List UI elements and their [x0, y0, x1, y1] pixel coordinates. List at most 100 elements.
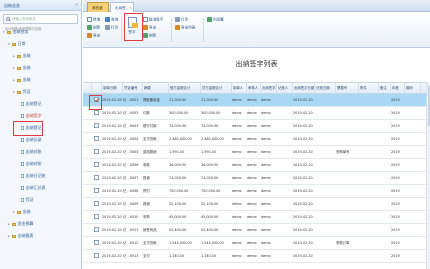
table-row[interactable]: 2019-02-20 记 - 0004 支付货款 2,480,000.00 2,480,… — [83, 133, 430, 146]
column-header[interactable]: 凭证编号 — [123, 83, 143, 93]
sidebar-item[interactable]: 出纳汇总表 — [17, 183, 46, 193]
sidebar-item[interactable]: ▸ 出纳报表 — [8, 231, 34, 241]
sidebar-item[interactable]: 出纳对账 — [17, 147, 42, 157]
sidebar-item-label: 出纳登记 — [25, 101, 42, 106]
table-cell-voucher: 记 - 0005 — [123, 150, 139, 154]
sidebar-item-label: 出纳 — [22, 53, 31, 58]
folder-icon — [17, 78, 21, 82]
table-row[interactable]: 2019-02-20 记 - 0007 报销 74,000.00 74,000.00 de… — [83, 172, 430, 185]
column-header[interactable]: 出纳签字日期 — [293, 83, 315, 93]
export2-button[interactable]: 导出 — [143, 25, 156, 31]
row-checkbox[interactable] — [94, 136, 99, 141]
sidebar-item[interactable]: ▸ 出纳 — [13, 63, 31, 73]
column-header[interactable]: 期间 — [405, 83, 421, 93]
table-row[interactable]: 2019-02-20 记 - 0006 收款 36,000.00 36,000.00 de… — [83, 159, 430, 172]
table-row[interactable]: 2019-02-20 记 - 0008 预付 700,000.00 700,000.00… — [83, 185, 430, 198]
table-cell-year: 2019 — [391, 150, 400, 154]
print2-button[interactable]: 打印 — [175, 17, 188, 23]
sidebar-item[interactable]: 出纳登记 — [17, 99, 42, 109]
export-button[interactable]: 导出 — [87, 33, 100, 39]
table-row[interactable]: 2019-02-20 记 - 0009 报销 52,100.00 52,100.00 de… — [83, 198, 430, 211]
print-button[interactable]: 打印 — [105, 25, 118, 31]
table-cell-voucher: 记 - 0001 — [123, 98, 139, 102]
export-label: 导出 — [93, 33, 101, 38]
table-cell-cashier: demo — [261, 163, 271, 167]
column-header[interactable]: 备注 — [379, 83, 391, 93]
table-cell-auditor: demo — [247, 124, 257, 128]
column-header[interactable]: 年度 — [391, 83, 405, 93]
table-cell-auditor: demo — [247, 228, 257, 232]
row-checkbox[interactable] — [94, 253, 99, 258]
table-row[interactable]: 2019-02-20 记 - 0012 支付货款 1,544,000.00 1,544,… — [83, 237, 430, 250]
column-header[interactable]: 贷方金额合计 — [201, 83, 232, 93]
sidebar-item[interactable]: ▾ 日常 — [8, 39, 26, 49]
table-cell-sign_date: 2019-02-20 — [293, 150, 313, 154]
table-cell-date: 2019-02-20 — [102, 176, 122, 180]
refresh2-button[interactable]: 刷新 — [143, 33, 156, 39]
table-row[interactable]: 2019-02-20 记 - 0001 提取备用金 21,000.00 21,000.0… — [83, 94, 430, 107]
row-checkbox[interactable] — [94, 149, 99, 154]
sidebar-search-input[interactable]: 请输入查询条件 — [3, 14, 78, 24]
table-cell-voucher: 记 - 0008 — [123, 189, 139, 193]
sidebar-item[interactable]: ▸ 资金预算 — [8, 219, 34, 229]
tab-desktop[interactable]: 我的桌面 — [87, 2, 109, 20]
sidebar-item[interactable]: 出纳日记账 — [17, 171, 46, 181]
vertical-scrollbar[interactable] — [426, 82, 430, 269]
table-cell-debit: 21,000.00 — [169, 98, 187, 102]
column-header[interactable] — [83, 83, 92, 93]
sidebar-item[interactable]: 出纳记录 — [17, 135, 42, 145]
search-icon — [6, 17, 10, 21]
column-header[interactable]: 记账人 — [277, 83, 293, 93]
row-checkbox[interactable] — [94, 123, 99, 128]
highlight-box — [124, 13, 143, 41]
sidebar-item[interactable]: ▸ 出纳 — [13, 207, 31, 217]
document-icon — [21, 162, 24, 166]
table-cell-voucher: 记 - 0004 — [123, 137, 139, 141]
column-header[interactable]: 记账日期 — [315, 83, 336, 93]
table-row[interactable]: 2019-02-20 记 - 0011 销售商品 22,400.00 22,400.00… — [83, 224, 430, 237]
column-header[interactable] — [92, 83, 102, 93]
column-header[interactable]: 票据号 — [336, 83, 359, 93]
row-checkbox[interactable] — [94, 162, 99, 167]
column-header[interactable]: 摘要 — [143, 83, 169, 93]
row-checkbox[interactable] — [94, 201, 99, 206]
sidebar-item[interactable]: ▸ 出纳 — [13, 75, 31, 85]
column-header[interactable]: 附件 — [359, 83, 379, 93]
row-checkbox[interactable] — [94, 110, 99, 115]
refresh-button[interactable]: 刷新 — [87, 25, 100, 31]
table-cell-debit: 45,000.00 — [169, 215, 187, 219]
cancel-sign-button[interactable]: 取消签字 — [143, 17, 163, 23]
sidebar-item-label: 日常 — [17, 41, 26, 46]
column-header[interactable]: 制单人 — [232, 83, 247, 93]
export-list-button[interactable]: 导出列表 — [175, 25, 195, 31]
table-row[interactable]: 2019-02-20 记 - 0003 银行付款 74,000.00 74,000.00… — [83, 120, 430, 133]
table-cell-cashier: demo — [261, 202, 271, 206]
collapse-icon[interactable]: « — [75, 0, 78, 11]
sidebar-item[interactable]: 出纳对账 — [17, 159, 42, 169]
column-header[interactable]: 出纳签字人 — [261, 83, 277, 93]
sidebar-item[interactable]: ▸ 出纳 — [13, 51, 31, 61]
table-cell-summary: 支付货款 — [143, 137, 157, 141]
column-settings-button[interactable]: 列设置 — [207, 17, 224, 23]
table-row[interactable]: 2019-02-20 记 - 0013 支付 1,240.00 1,240.00 demo… — [83, 250, 430, 263]
table-row[interactable]: 2019-02-20 记 - 0005 费用报销 1,590.00 1,590.00 de… — [83, 146, 430, 159]
sidebar-item[interactable]: ▾ 凭证 — [13, 87, 31, 97]
column-header[interactable]: 制单日期 — [102, 83, 123, 93]
column-header[interactable]: 借方金额合计 — [169, 83, 201, 93]
table-cell-maker: demo — [232, 254, 242, 258]
row-checkbox[interactable] — [94, 188, 99, 193]
row-checkbox[interactable] — [94, 175, 99, 180]
table-row[interactable]: 2019-02-20 记 - 0010 采购 45,000.00 45,000.00 de… — [83, 211, 430, 224]
column-header[interactable]: 审核人 — [247, 83, 261, 93]
sidebar-item[interactable]: 出纳签字 — [17, 111, 42, 121]
row-checkbox[interactable] — [94, 227, 99, 232]
row-checkbox[interactable] — [94, 214, 99, 219]
sidebar-item-label: 出纳对账 — [25, 161, 42, 166]
sidebar-item[interactable]: ▾ 出纳业务 — [3, 27, 29, 37]
sidebar-item[interactable]: 凭证 — [17, 195, 34, 205]
tab-cashier-sign-list[interactable]: 出纳签字列表 × — [110, 2, 134, 20]
row-checkbox[interactable] — [94, 240, 99, 245]
query-button[interactable]: 查询 — [105, 17, 118, 23]
new-button[interactable]: 新增 — [87, 17, 100, 23]
table-row[interactable]: 2019-02-20 记 - 0002 付款 300,000.00 300,000.00… — [83, 107, 430, 120]
